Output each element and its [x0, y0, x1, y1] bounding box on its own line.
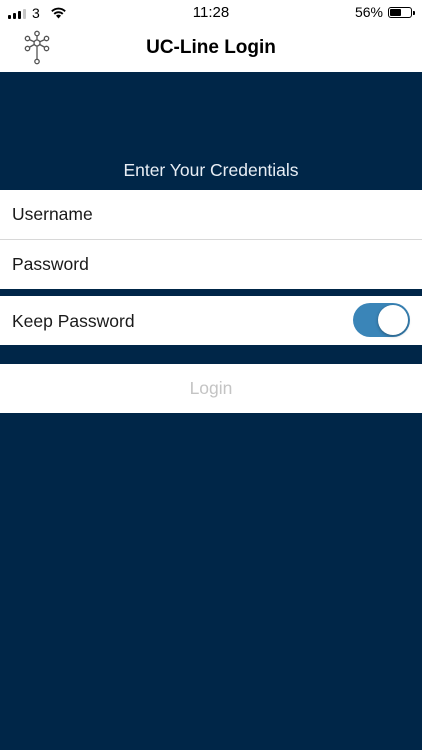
page-title: UC-Line Login [146, 37, 276, 58]
keep-password-label: Keep Password [12, 311, 135, 331]
login-screen: 3 11:28 56% UC-Line Login Enter Your Cre… [0, 0, 422, 750]
username-field[interactable] [12, 190, 412, 239]
keep-password-row: Keep Password [0, 296, 422, 345]
battery-icon [388, 6, 415, 18]
credentials-header: Enter Your Credentials [123, 160, 299, 180]
toggle-knob [378, 305, 408, 335]
password-field[interactable] [12, 240, 412, 289]
username-row [0, 190, 422, 239]
password-row [0, 240, 422, 289]
login-button[interactable]: Login [0, 364, 422, 413]
keep-password-toggle[interactable] [353, 303, 410, 337]
battery-percent: 56% [354, 4, 383, 20]
navigation-bar: UC-Line Login [0, 26, 422, 72]
status-bar: 3 11:28 56% [0, 0, 422, 26]
battery-fill [390, 8, 402, 16]
status-right: 56% [354, 4, 415, 20]
